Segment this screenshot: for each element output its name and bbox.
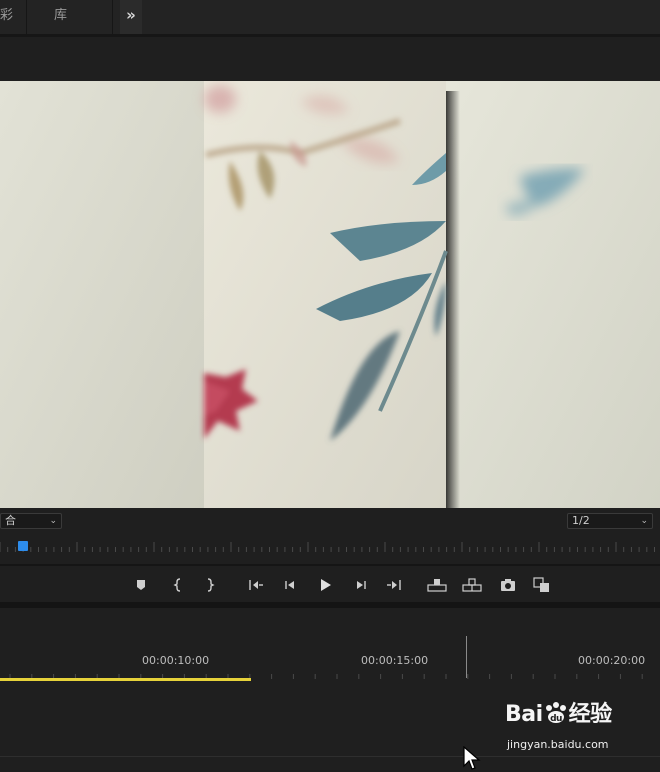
paw-icon: du — [545, 702, 566, 724]
go-to-out-icon — [387, 579, 401, 590]
tab-library-label: 库 — [54, 8, 68, 23]
svg-text:du: du — [550, 714, 562, 724]
compare-view-icon — [533, 576, 549, 592]
panel-header — [0, 37, 660, 81]
baidu-jingyan-watermark: Bai du 经验 jingyan.baidu.com — [505, 696, 655, 756]
video-panel-left — [0, 81, 204, 508]
tab-library[interactable]: 库 — [54, 0, 67, 34]
tab-overflow-button[interactable]: » — [120, 0, 142, 34]
extract-button[interactable] — [459, 566, 485, 602]
step-forward-button[interactable] — [348, 566, 374, 602]
mark-out-button[interactable] — [197, 566, 223, 602]
step-forward-icon — [357, 580, 366, 589]
extract-icon — [462, 577, 482, 592]
go-to-in-button[interactable] — [243, 566, 269, 602]
play-button[interactable] — [312, 566, 338, 602]
play-icon — [321, 578, 331, 591]
zoom-level-value: 合 — [5, 514, 16, 527]
add-marker-button[interactable] — [128, 566, 154, 602]
mark-in-icon — [173, 577, 181, 592]
playback-resolution-select[interactable]: 1/2 ⌄ — [567, 513, 653, 529]
double-chevron-right-icon: » — [126, 6, 136, 24]
mark-out-icon — [207, 577, 215, 592]
panel-shadow — [446, 91, 460, 508]
go-to-out-button[interactable] — [381, 566, 407, 602]
compare-view-button[interactable] — [529, 566, 555, 602]
tab-color[interactable]: 彩 — [0, 0, 13, 34]
transport-controls — [0, 566, 660, 602]
timeline-playhead-line[interactable] — [466, 636, 467, 678]
mouse-cursor-icon — [463, 746, 481, 770]
tab-divider — [26, 0, 27, 34]
track-divider — [0, 756, 660, 757]
step-back-icon — [285, 580, 294, 589]
tab-color-label: 彩 — [0, 8, 14, 23]
timecode-label: 00:00:10:00 — [142, 654, 210, 667]
timecode-label: 00:00:15:00 — [361, 654, 429, 667]
lift-button[interactable] — [424, 566, 450, 602]
panel-tab-bar: 彩 库 » — [0, 0, 660, 36]
chevron-down-icon: ⌄ — [49, 516, 57, 526]
resolution-value: 1/2 — [572, 514, 590, 527]
ruler-ticks — [0, 542, 655, 552]
chevron-down-icon: ⌄ — [640, 516, 648, 526]
mark-in-button[interactable] — [165, 566, 191, 602]
watermark-logo-text: Bai du 经验 — [505, 702, 612, 727]
work-area-bar[interactable] — [0, 678, 251, 681]
add-marker-icon — [137, 579, 145, 590]
lift-icon — [427, 578, 447, 592]
watermark-url: jingyan.baidu.com — [507, 738, 609, 751]
monitor-controls-row: 合 ⌄ 1/2 ⌄ — [0, 508, 660, 536]
program-monitor[interactable] — [0, 81, 660, 508]
tab-divider — [112, 0, 113, 34]
playhead-handle[interactable] — [18, 541, 28, 551]
export-frame-button[interactable] — [495, 566, 521, 602]
zoom-level-select[interactable]: 合 ⌄ — [0, 513, 62, 529]
video-frame — [0, 81, 660, 508]
video-panel-right — [446, 81, 660, 508]
monitor-time-ruler[interactable] — [0, 536, 660, 564]
camera-icon — [501, 578, 515, 591]
timecode-label: 00:00:20:00 — [578, 654, 646, 667]
step-back-button[interactable] — [277, 566, 303, 602]
go-to-in-icon — [249, 579, 263, 590]
